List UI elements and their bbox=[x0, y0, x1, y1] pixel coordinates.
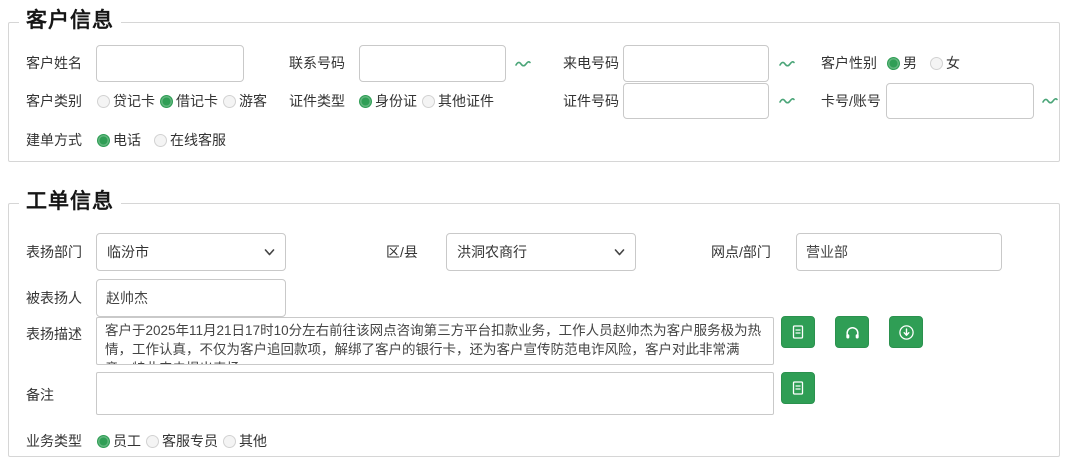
gender-radio-group: 男 女 bbox=[887, 55, 960, 71]
branch-label: 网点/部门 bbox=[711, 244, 771, 260]
district-select[interactable]: 洪洞农商行 bbox=[446, 233, 636, 271]
customer-info-section: 客户信息 客户姓名 联系号码 来电号码 客户性别 男 女 客户类别 贷记卡 借记… bbox=[8, 22, 1060, 162]
description-textarea[interactable]: 客户于2025年11月21日17时10分左右前往该网点咨询第三方平台扣款业务，工… bbox=[96, 317, 774, 365]
radio-option-female[interactable]: 女 bbox=[930, 53, 960, 73]
radio-option-other[interactable]: 其他 bbox=[223, 431, 267, 451]
praise-dept-label: 表扬部门 bbox=[26, 244, 82, 260]
caller-number-label: 来电号码 bbox=[563, 55, 619, 71]
radio-other-icon[interactable] bbox=[223, 435, 236, 448]
id-type-label: 证件类型 bbox=[289, 93, 345, 109]
radio-option-id-card[interactable]: 身份证 bbox=[359, 91, 417, 111]
customer-category-radio-group: 贷记卡 借记卡 游客 bbox=[97, 93, 267, 109]
radio-option-credit-card[interactable]: 贷记卡 bbox=[97, 91, 155, 111]
radio-phone-label: 电话 bbox=[113, 130, 141, 150]
squiggle-icon[interactable] bbox=[514, 58, 532, 70]
radio-service-agent-icon[interactable] bbox=[146, 435, 159, 448]
radio-service-agent-label: 客服专员 bbox=[162, 431, 218, 451]
radio-visitor-icon[interactable] bbox=[223, 95, 236, 108]
chevron-down-icon bbox=[264, 247, 275, 257]
radio-online-service-icon[interactable] bbox=[154, 134, 167, 147]
id-type-radio-group: 身份证 其他证件 bbox=[359, 93, 494, 109]
caller-number-input[interactable] bbox=[623, 45, 769, 82]
radio-visitor-label: 游客 bbox=[239, 91, 267, 111]
listen-recording-button[interactable] bbox=[835, 316, 869, 348]
radio-option-other-id[interactable]: 其他证件 bbox=[422, 91, 494, 111]
card-number-input[interactable] bbox=[886, 83, 1034, 119]
id-number-label: 证件号码 bbox=[563, 93, 619, 109]
download-button[interactable] bbox=[889, 316, 923, 348]
work-order-title: 工单信息 bbox=[19, 189, 121, 215]
praise-dept-select[interactable]: 临汾市 bbox=[96, 233, 286, 271]
contact-number-label: 联系号码 bbox=[289, 55, 345, 71]
radio-option-debit-card[interactable]: 借记卡 bbox=[160, 91, 218, 111]
praise-dept-value: 临汾市 bbox=[107, 242, 149, 262]
business-type-label: 业务类型 bbox=[26, 433, 82, 449]
work-order-section: 工单信息 表扬部门 临汾市 区/县 洪洞农商行 网点/部门 被表扬人 表扬描述 … bbox=[8, 203, 1060, 457]
headphones-icon bbox=[844, 324, 861, 341]
radio-female-label: 女 bbox=[946, 53, 960, 73]
description-label: 表扬描述 bbox=[26, 326, 82, 342]
radio-credit-card-icon[interactable] bbox=[97, 95, 110, 108]
radio-credit-card-label: 贷记卡 bbox=[113, 91, 155, 111]
squiggle-icon[interactable] bbox=[778, 58, 796, 70]
create-method-radio-group: 电话 在线客服 bbox=[97, 132, 226, 148]
squiggle-icon[interactable] bbox=[778, 95, 796, 107]
district-value: 洪洞农商行 bbox=[457, 242, 527, 262]
download-icon bbox=[898, 324, 915, 341]
radio-debit-card-label: 借记卡 bbox=[176, 91, 218, 111]
radio-other-label: 其他 bbox=[239, 431, 267, 451]
id-number-input[interactable] bbox=[623, 83, 769, 119]
radio-option-male[interactable]: 男 bbox=[887, 53, 917, 73]
chevron-down-icon bbox=[614, 247, 625, 257]
radio-female-icon[interactable] bbox=[930, 57, 943, 70]
radio-other-id-icon[interactable] bbox=[422, 95, 435, 108]
document-icon bbox=[790, 324, 806, 340]
radio-online-service-label: 在线客服 bbox=[170, 130, 226, 150]
radio-employee-label: 员工 bbox=[113, 431, 141, 451]
description-document-button[interactable] bbox=[781, 316, 815, 348]
praised-person-input[interactable] bbox=[96, 279, 286, 317]
card-number-label: 卡号/账号 bbox=[821, 93, 881, 109]
customer-name-input[interactable] bbox=[96, 45, 244, 82]
business-type-radio-group: 员工 客服专员 其他 bbox=[97, 433, 267, 449]
radio-employee-icon[interactable] bbox=[97, 435, 110, 448]
radio-male-label: 男 bbox=[903, 53, 917, 73]
radio-option-visitor[interactable]: 游客 bbox=[223, 91, 267, 111]
customer-name-label: 客户姓名 bbox=[26, 55, 82, 71]
district-label: 区/县 bbox=[386, 244, 418, 260]
remark-document-button[interactable] bbox=[781, 372, 815, 404]
branch-input[interactable] bbox=[796, 233, 1002, 271]
contact-number-input[interactable] bbox=[359, 45, 506, 82]
radio-id-card-icon[interactable] bbox=[359, 95, 372, 108]
work-order-form-page: { "colors": { "accent_green": "#2f9e55",… bbox=[0, 0, 1080, 465]
customer-info-title: 客户信息 bbox=[19, 8, 121, 34]
create-method-label: 建单方式 bbox=[26, 132, 82, 148]
gender-label: 客户性别 bbox=[821, 55, 877, 71]
document-icon bbox=[790, 380, 806, 396]
radio-debit-card-icon[interactable] bbox=[160, 95, 173, 108]
radio-id-card-label: 身份证 bbox=[375, 91, 417, 111]
radio-phone-icon[interactable] bbox=[97, 134, 110, 147]
squiggle-icon[interactable] bbox=[1041, 95, 1059, 107]
remark-label: 备注 bbox=[26, 387, 54, 403]
praised-person-label: 被表扬人 bbox=[26, 290, 82, 306]
customer-category-label: 客户类别 bbox=[26, 93, 82, 109]
radio-option-online-service[interactable]: 在线客服 bbox=[154, 130, 226, 150]
radio-option-employee[interactable]: 员工 bbox=[97, 431, 141, 451]
radio-option-service-agent[interactable]: 客服专员 bbox=[146, 431, 218, 451]
remark-textarea[interactable] bbox=[96, 372, 774, 415]
radio-option-phone[interactable]: 电话 bbox=[97, 130, 141, 150]
radio-other-id-label: 其他证件 bbox=[438, 91, 494, 111]
radio-male-icon[interactable] bbox=[887, 57, 900, 70]
